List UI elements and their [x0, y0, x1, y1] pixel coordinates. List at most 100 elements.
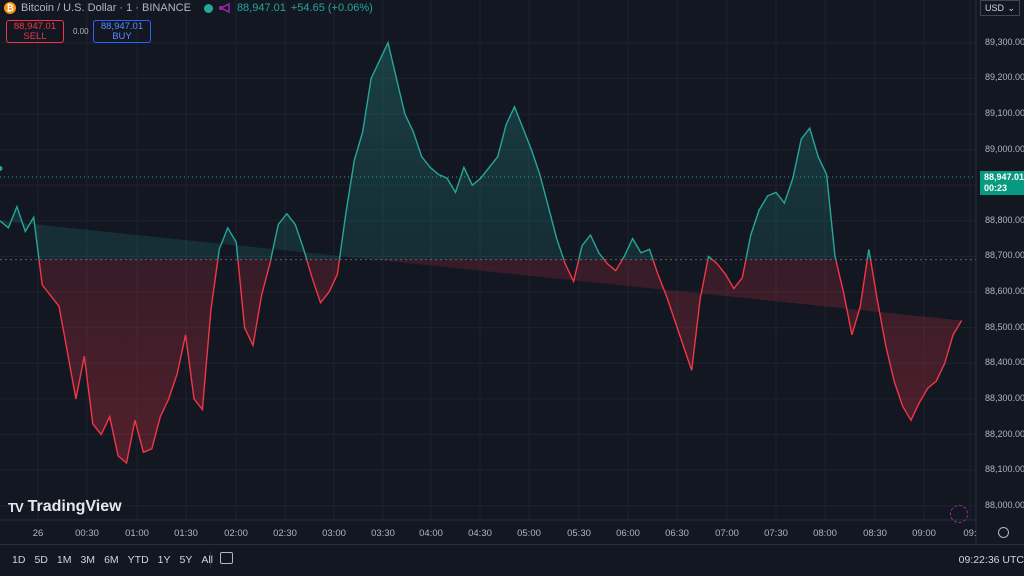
- bar-countdown: 00:23: [984, 183, 1008, 193]
- data-point: [252, 345, 253, 346]
- price-tick-label: 89,300.00: [985, 36, 1024, 47]
- data-point: [725, 274, 726, 275]
- time-tick-label: 03:30: [371, 528, 395, 539]
- data-point: [0, 227, 1, 228]
- lightning-icon[interactable]: [950, 505, 968, 523]
- data-point: [67, 352, 68, 353]
- time-tick-label: 09:00: [912, 528, 936, 539]
- data-point: [396, 78, 397, 79]
- data-point: [480, 178, 481, 179]
- data-point: [936, 381, 937, 382]
- data-point: [143, 452, 144, 453]
- range-button-1m[interactable]: 1M: [57, 554, 72, 566]
- range-button-3m[interactable]: 3M: [80, 554, 95, 566]
- time-tick-label: 09:: [963, 528, 977, 539]
- time-tick-label: 07:00: [715, 528, 739, 539]
- price-tick-label: 88,400.00: [985, 357, 1024, 368]
- currency-label: USD: [985, 3, 1005, 13]
- data-point: [295, 224, 296, 225]
- data-point: [733, 288, 734, 289]
- chevron-down-icon: ⌄: [1007, 2, 1015, 13]
- currency-selector[interactable]: USD ⌄: [980, 0, 1020, 16]
- time-tick-label: 03:00: [322, 528, 346, 539]
- data-point: [404, 113, 405, 114]
- data-point: [961, 320, 962, 321]
- data-point: [278, 224, 279, 225]
- data-point: [624, 256, 625, 257]
- time-tick-label: 04:00: [419, 528, 443, 539]
- data-point: [193, 398, 194, 399]
- range-button-1y[interactable]: 1Y: [158, 554, 171, 566]
- data-point: [759, 210, 760, 211]
- data-point: [438, 174, 439, 175]
- data-point: [261, 295, 262, 296]
- data-point: [362, 131, 363, 132]
- tradingview-logo[interactable]: TV TradingView: [8, 498, 122, 516]
- time-tick-label: 08:00: [813, 528, 837, 539]
- bottom-toolbar: 1D 5D 1M 3M 6M YTD 1Y 5Y All 09:22:36 UTC: [0, 544, 1024, 576]
- buy-label: BUY: [112, 30, 132, 42]
- calendar-icon[interactable]: [220, 552, 233, 564]
- data-point: [590, 235, 591, 236]
- time-tick-label: 01:00: [125, 528, 149, 539]
- data-point: [834, 256, 835, 257]
- toolbar-separator: [210, 551, 211, 569]
- data-point: [792, 178, 793, 179]
- data-point: [345, 213, 346, 214]
- data-point: [58, 306, 59, 307]
- price-tick-label: 89,000.00: [985, 143, 1024, 154]
- data-point: [8, 227, 9, 228]
- price-tick-label: 88,100.00: [985, 464, 1024, 475]
- data-point: [784, 202, 785, 203]
- utc-clock[interactable]: 09:22:36 UTC: [959, 554, 1024, 566]
- time-tick-label: 26: [32, 528, 44, 539]
- data-point: [413, 131, 414, 132]
- data-point: [775, 192, 776, 193]
- sell-button[interactable]: 88,947.01 SELL: [6, 20, 64, 43]
- data-point: [657, 274, 658, 275]
- logo-text: TradingView: [27, 498, 122, 515]
- range-button-all[interactable]: All: [201, 554, 213, 566]
- range-button-5d[interactable]: 5D: [34, 554, 47, 566]
- buy-button[interactable]: 88,947.01 BUY: [93, 20, 151, 43]
- data-point: [944, 363, 945, 364]
- data-point: [809, 128, 810, 129]
- data-point: [649, 249, 650, 250]
- range-button-5y[interactable]: 5Y: [180, 554, 193, 566]
- data-point: [691, 370, 692, 371]
- range-button-6m[interactable]: 6M: [104, 554, 119, 566]
- market-status-icon: [203, 3, 213, 13]
- data-point: [683, 345, 684, 346]
- last-price: 88,947.01: [236, 2, 286, 14]
- price-chart[interactable]: [0, 0, 1024, 576]
- gear-icon[interactable]: [998, 527, 1009, 538]
- current-price-tag: 88,947.01 00:23: [980, 171, 1024, 195]
- price-change: +54.65 (+0.06%): [290, 2, 373, 14]
- symbol-title[interactable]: Bitcoin / U.S. Dollar · 1 · BINANCE: [21, 2, 191, 14]
- range-button-ytd[interactable]: YTD: [128, 554, 149, 566]
- data-point: [953, 334, 954, 335]
- data-point: [868, 249, 869, 250]
- data-point: [674, 320, 675, 321]
- range-button-1d[interactable]: 1D: [12, 554, 25, 566]
- data-point: [919, 402, 920, 403]
- range-buttons: 1D 5D 1M 3M 6M YTD 1Y 5Y All: [12, 554, 213, 566]
- spread-value: 0.00: [73, 27, 89, 36]
- data-point: [84, 356, 85, 357]
- price-tick-label: 88,800.00: [985, 214, 1024, 225]
- data-point: [286, 213, 287, 214]
- share-icon[interactable]: [218, 2, 232, 14]
- data-point: [455, 192, 456, 193]
- data-point: [826, 174, 827, 175]
- bitcoin-icon: ₿: [4, 2, 16, 14]
- buy-price: 88,947.01: [100, 20, 144, 32]
- data-point: [430, 167, 431, 168]
- data-point: [708, 256, 709, 257]
- price-tick-label: 88,000.00: [985, 499, 1024, 510]
- time-tick-label: 06:00: [616, 528, 640, 539]
- data-point: [25, 231, 26, 232]
- data-point: [632, 238, 633, 239]
- symbol-header[interactable]: ₿ Bitcoin / U.S. Dollar · 1 · BINANCE 88…: [4, 0, 373, 16]
- data-point: [126, 462, 127, 463]
- data-point: [75, 398, 76, 399]
